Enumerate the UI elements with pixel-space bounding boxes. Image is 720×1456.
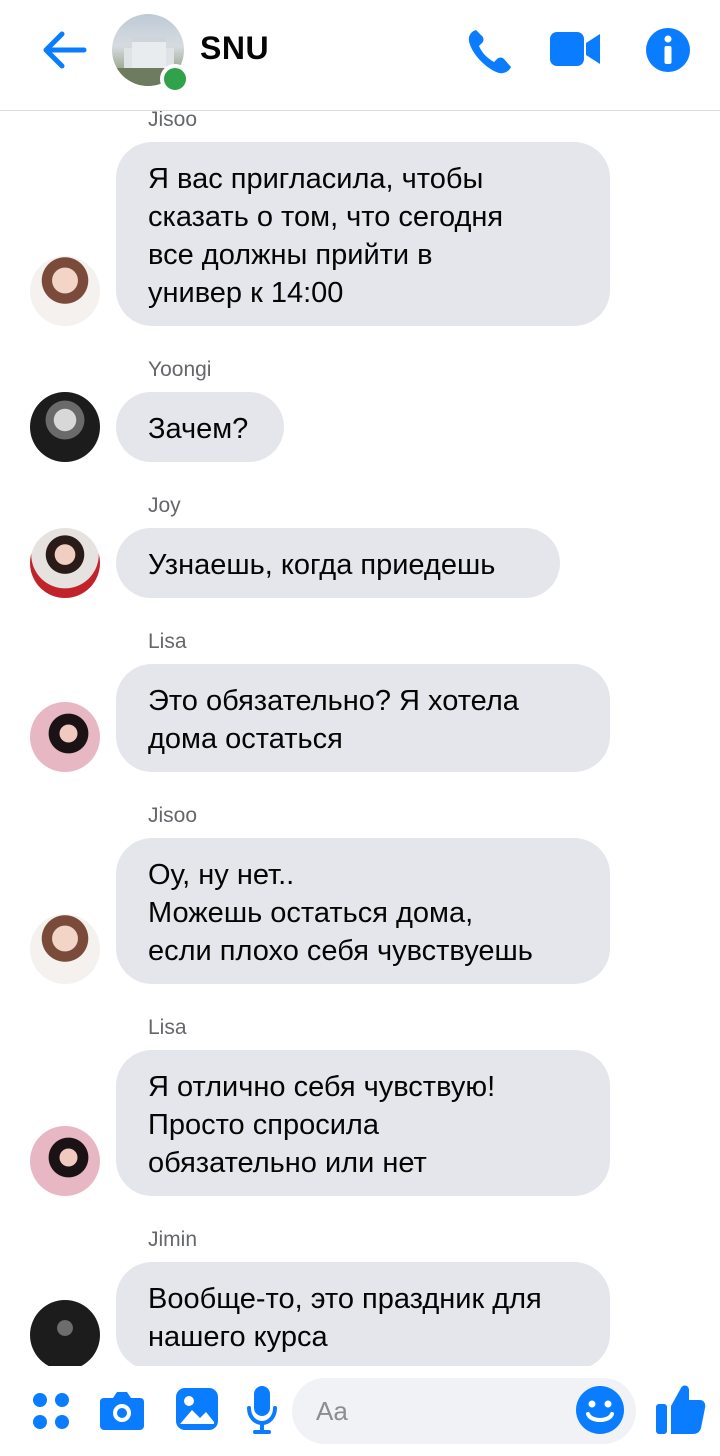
- sender-name: Yoongi: [148, 358, 212, 381]
- avatar[interactable]: [30, 1126, 100, 1196]
- sender-name: Joy: [148, 494, 181, 517]
- chat-title[interactable]: SNU: [200, 30, 269, 67]
- online-status-dot: [160, 64, 190, 94]
- avatar[interactable]: [30, 1300, 100, 1366]
- sender-name: Jisoo: [148, 804, 198, 827]
- avatar[interactable]: [30, 914, 100, 984]
- thumbs-up-icon[interactable]: [654, 1382, 706, 1436]
- sender-name: Lisa: [148, 630, 187, 653]
- info-icon[interactable]: [644, 26, 692, 74]
- microphone-icon[interactable]: [246, 1384, 278, 1436]
- message-bubble[interactable]: Узнаешь, когда приедешь: [116, 528, 560, 598]
- avatar[interactable]: [30, 702, 100, 772]
- message-bubble[interactable]: Зачем?: [116, 392, 284, 462]
- sender-name: Lisa: [148, 1016, 187, 1039]
- avatar[interactable]: [30, 392, 100, 462]
- message-list[interactable]: Jisoo Я вас пригласила, чтобы сказать о …: [0, 110, 720, 1366]
- menu-dots-icon[interactable]: [30, 1390, 72, 1432]
- sender-name: Jimin: [148, 1228, 198, 1251]
- message-bubble[interactable]: Вообще-то, это праздник для нашего курса: [116, 1262, 610, 1366]
- message-bubble[interactable]: Я вас пригласила, чтобы сказать о том, ч…: [116, 142, 610, 326]
- sender-name: Jisoo: [148, 110, 198, 131]
- message-composer: [0, 1370, 720, 1456]
- back-arrow-icon[interactable]: [40, 28, 88, 72]
- message-bubble[interactable]: Это обязательно? Я хотела дома остаться: [116, 664, 610, 772]
- avatar[interactable]: [30, 256, 100, 326]
- message-bubble[interactable]: Оу, ну нет.. Можешь остаться дома, если …: [116, 838, 610, 984]
- camera-icon[interactable]: [98, 1388, 146, 1432]
- video-camera-icon[interactable]: [548, 26, 602, 72]
- emoji-icon[interactable]: [574, 1384, 626, 1436]
- gallery-icon[interactable]: [174, 1386, 220, 1432]
- avatar[interactable]: [30, 528, 100, 598]
- chat-header: SNU: [0, 0, 720, 111]
- message-bubble[interactable]: Я отлично себя чувствую! Просто спросила…: [116, 1050, 610, 1196]
- phone-icon[interactable]: [466, 26, 514, 76]
